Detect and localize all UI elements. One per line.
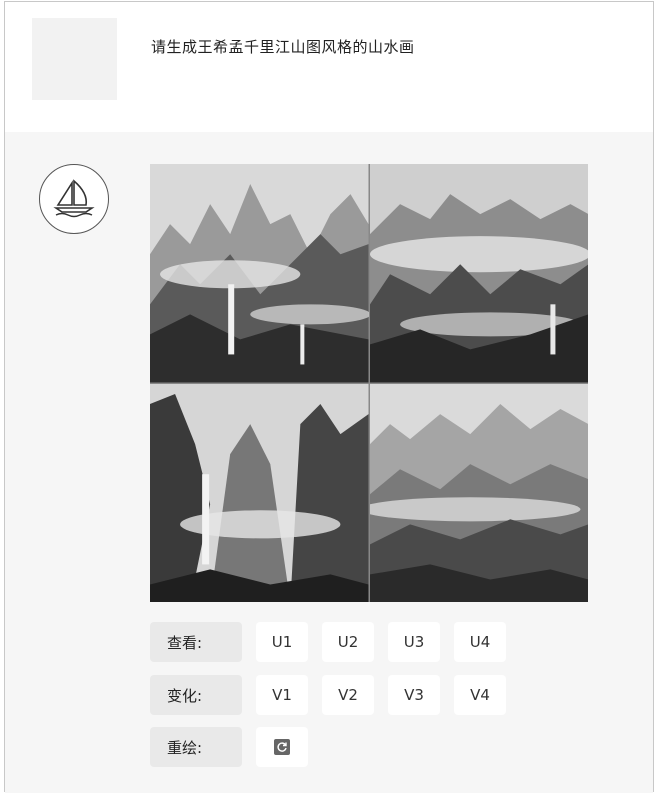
view-label: 查看:: [150, 622, 242, 662]
redraw-row: 重绘:: [150, 727, 308, 767]
v4-button[interactable]: V4: [454, 675, 506, 715]
sailboat-icon: [53, 179, 95, 218]
user-avatar: [32, 18, 117, 100]
refresh-icon: [274, 739, 290, 755]
image-tile-4[interactable]: [369, 383, 588, 602]
image-tile-2[interactable]: [369, 164, 588, 383]
v1-button[interactable]: V1: [256, 675, 308, 715]
prompt-text: 请生成王希孟千里江山图风格的山水画: [151, 38, 415, 56]
chat-frame: 请生成王希孟千里江山图风格的山水画 查看: U1 U2 U3 U4 变化: V1…: [4, 1, 654, 793]
redraw-label: 重绘:: [150, 727, 242, 767]
variation-row: 变化: V1 V2 V3 V4: [150, 675, 506, 715]
upscale-row: 查看: U1 U2 U3 U4: [150, 622, 506, 662]
u4-button[interactable]: U4: [454, 622, 506, 662]
bot-message: 查看: U1 U2 U3 U4 变化: V1 V2 V3 V4 重绘:: [5, 132, 653, 793]
v3-button[interactable]: V3: [388, 675, 440, 715]
image-tile-1[interactable]: [150, 164, 369, 383]
bot-avatar: [39, 164, 109, 234]
redraw-button[interactable]: [256, 727, 308, 767]
u3-button[interactable]: U3: [388, 622, 440, 662]
user-message: 请生成王希孟千里江山图风格的山水画: [5, 2, 653, 132]
variation-label: 变化:: [150, 675, 242, 715]
u2-button[interactable]: U2: [322, 622, 374, 662]
v2-button[interactable]: V2: [322, 675, 374, 715]
image-grid: [150, 164, 588, 602]
image-tile-3[interactable]: [150, 383, 369, 602]
u1-button[interactable]: U1: [256, 622, 308, 662]
